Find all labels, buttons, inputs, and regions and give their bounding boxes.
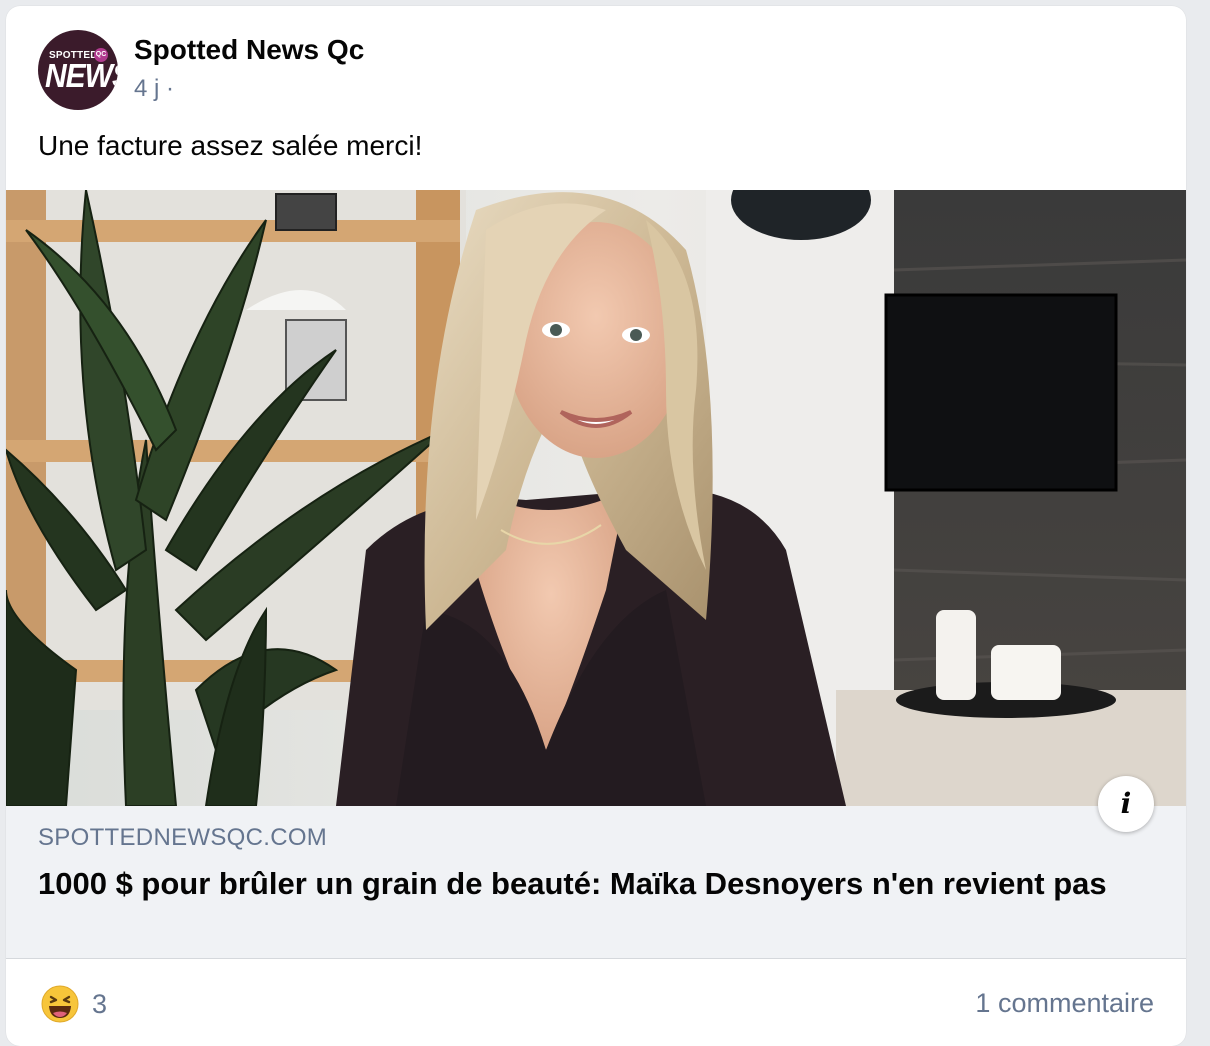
post-text: Une facture assez salée merci!	[38, 130, 423, 161]
haha-emoji-icon	[41, 985, 79, 1023]
post-card: SPOTTED QC NEWS Spotted News Qc 4 j · Un…	[6, 6, 1186, 1046]
comments-count-link[interactable]: 1 commentaire	[975, 988, 1154, 1019]
link-domain: SPOTTEDNEWSQC.COM	[38, 824, 328, 851]
reaction-count: 3	[92, 988, 108, 1019]
post-meta: Spotted News Qc 4 j ·	[134, 30, 364, 104]
info-icon[interactable]: i	[1098, 776, 1154, 832]
link-title: 1000 $ pour brûler un grain de beauté: M…	[38, 866, 1107, 901]
page-name-link[interactable]: Spotted News Qc	[134, 32, 364, 68]
link-preview-image[interactable]	[6, 190, 1186, 806]
page-avatar[interactable]: SPOTTED QC NEWS	[38, 30, 118, 110]
reactions-summary[interactable]: 3	[40, 984, 107, 1024]
photo-illustration	[6, 190, 1186, 806]
avatar-line2: NEWS	[45, 58, 118, 95]
link-preview-box[interactable]: SPOTTEDNEWSQC.COM 1000 $ pour brûler un …	[6, 806, 1186, 959]
post-header: SPOTTED QC NEWS Spotted News Qc 4 j ·	[38, 30, 364, 110]
post-footer: 3 1 commentaire	[6, 960, 1186, 1040]
post-timestamp[interactable]: 4 j ·	[134, 74, 364, 104]
